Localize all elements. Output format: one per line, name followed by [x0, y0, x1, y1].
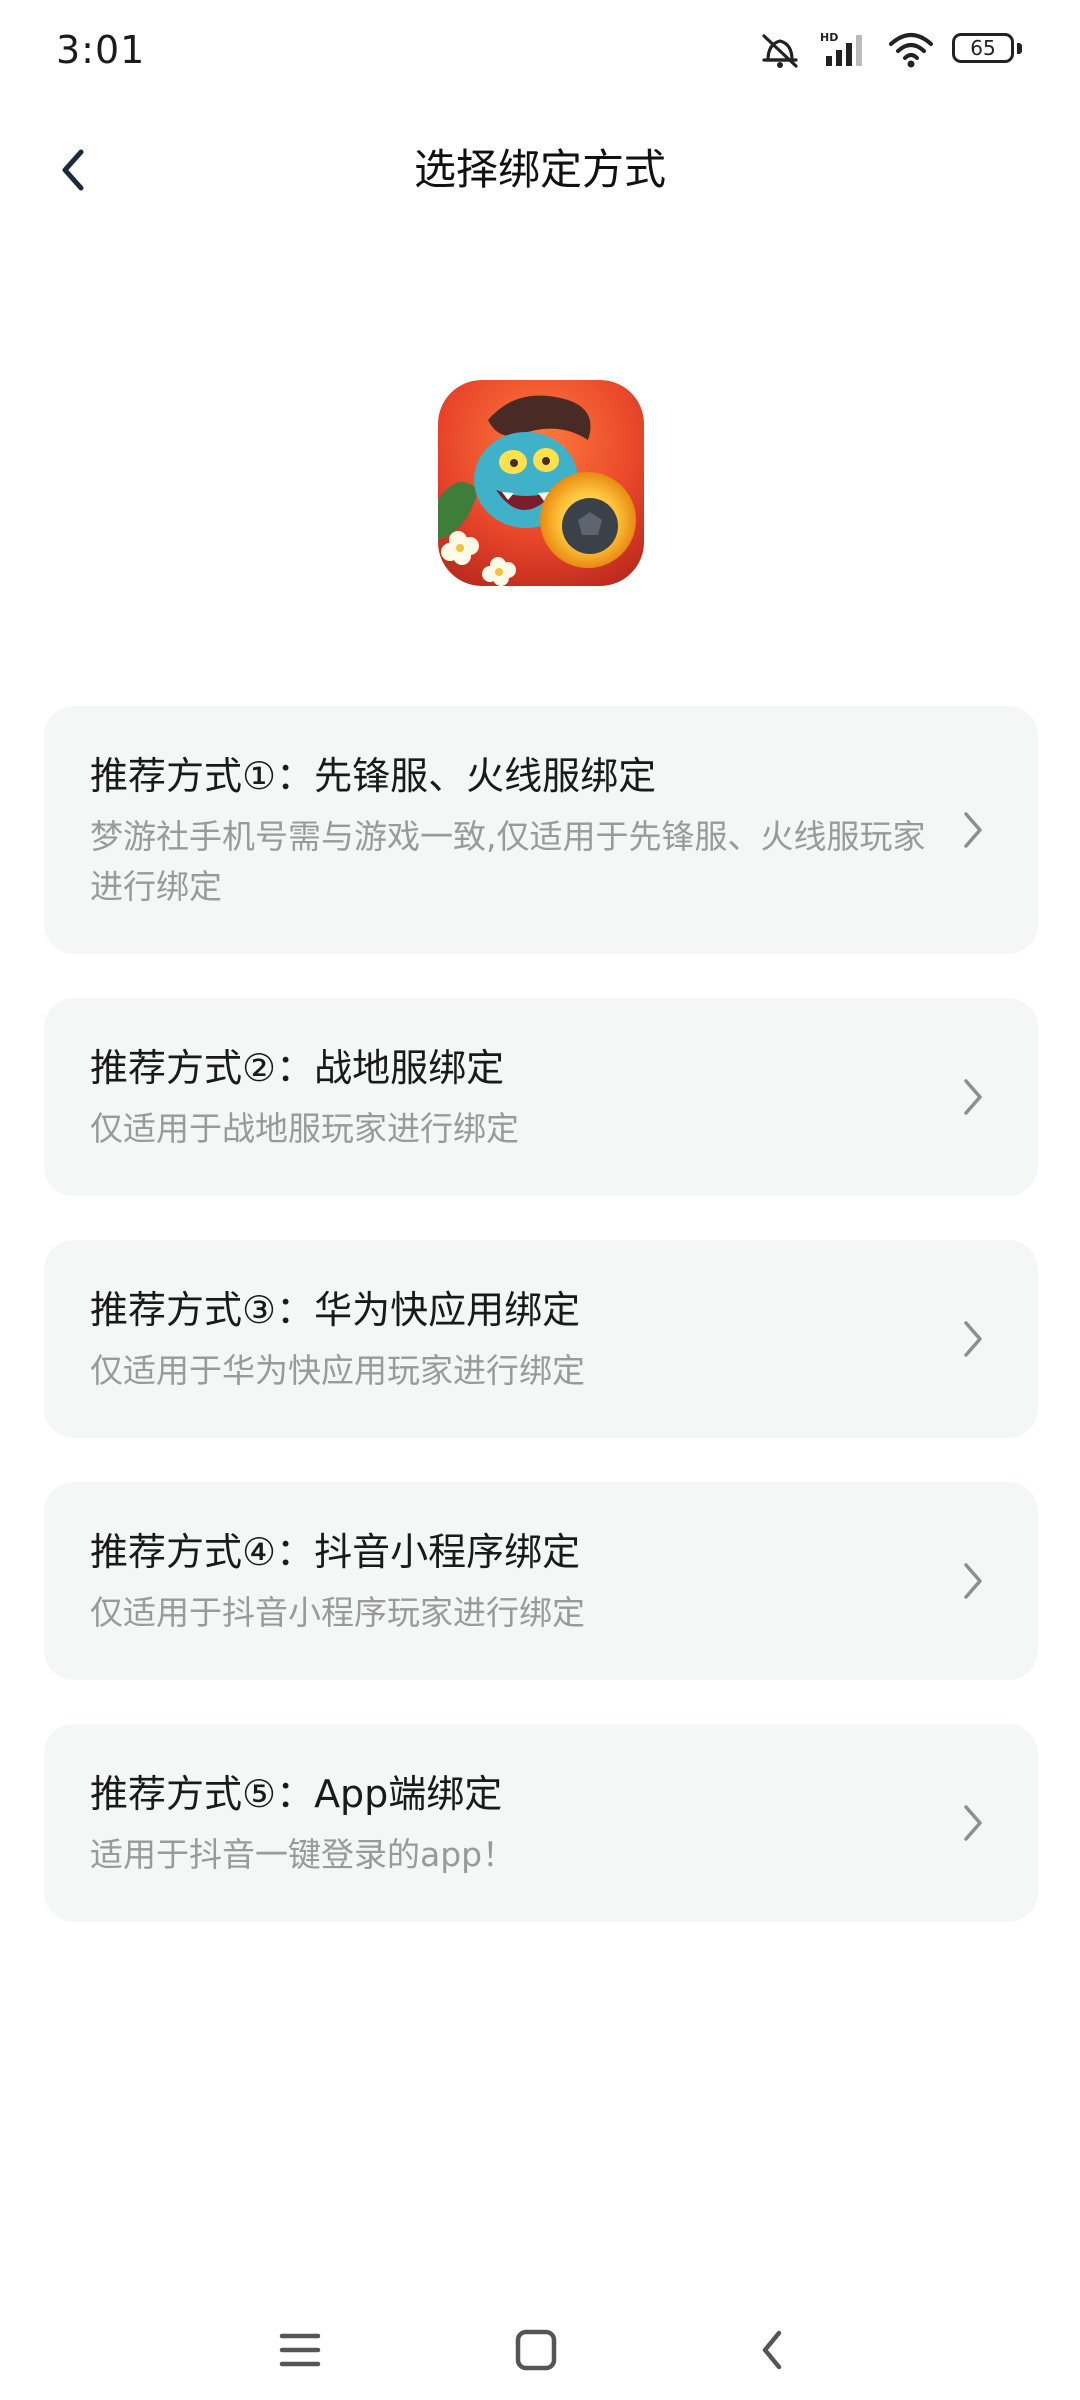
battery-level: 65 [970, 36, 996, 60]
option-title: 推荐方式②：战地服绑定 [90, 1046, 505, 1090]
page-title: 选择绑定方式 [413, 145, 666, 194]
system-nav-bar [0, 2290, 1080, 2400]
binding-options-list: 推荐方式①：先锋服、火线服绑定 梦游社手机号需与游戏一致,仅适用于先锋服、火线服… [44, 706, 1038, 1966]
wifi-icon [888, 30, 934, 70]
mute-icon [758, 30, 802, 70]
option-card-4[interactable]: 推荐方式④：抖音小程序绑定 仅适用于抖音小程序玩家进行绑定 [44, 1482, 1038, 1680]
option-description: 梦游社手机号需与游戏一致,仅适用于先锋服、火线服玩家进行绑定 [90, 817, 926, 906]
option-card-1[interactable]: 推荐方式①：先锋服、火线服绑定 梦游社手机号需与游戏一致,仅适用于先锋服、火线服… [44, 706, 1038, 954]
home-button[interactable] [496, 2310, 576, 2390]
svg-text:HD: HD [820, 31, 838, 44]
system-back-button[interactable] [732, 2310, 812, 2390]
option-description: 仅适用于华为快应用玩家进行绑定 [90, 1351, 585, 1390]
option-card-2[interactable]: 推荐方式②：战地服绑定 仅适用于战地服玩家进行绑定 [44, 998, 1038, 1196]
option-card-3[interactable]: 推荐方式③：华为快应用绑定 仅适用于华为快应用玩家进行绑定 [44, 1240, 1038, 1438]
menu-icon [279, 2333, 321, 2367]
option-description: 适用于抖音一键登录的app！ [90, 1835, 516, 1874]
home-square-icon [515, 2329, 557, 2371]
chevron-right-icon [964, 1805, 982, 1841]
option-title: 推荐方式⑤：App端绑定 [90, 1772, 503, 1816]
chevron-right-icon [964, 812, 982, 848]
menu-button[interactable] [260, 2310, 340, 2390]
chevron-left-icon [62, 149, 84, 191]
chevron-right-icon [964, 1321, 982, 1357]
option-title: 推荐方式④：抖音小程序绑定 [90, 1530, 581, 1574]
chevron-right-icon [964, 1079, 982, 1115]
chevron-right-icon [964, 1563, 982, 1599]
battery-cap [1017, 43, 1022, 54]
hd-signal-icon: HD [820, 30, 870, 70]
header: 选择绑定方式 [0, 110, 1080, 230]
status-time: 3:01 [56, 28, 146, 72]
back-button[interactable] [32, 130, 112, 210]
back-arrow-icon [762, 2330, 782, 2370]
option-title: 推荐方式③：华为快应用绑定 [90, 1288, 581, 1332]
game-app-icon [438, 380, 644, 586]
screen: 3:01 HD 65 选择绑定方式 推荐方式①：先锋服、火线服绑定 梦游社手机号… [0, 0, 1080, 2400]
option-title: 推荐方式①：先锋服、火线服绑定 [90, 754, 657, 798]
status-bar: 3:01 HD 65 [0, 0, 1080, 110]
option-description: 仅适用于抖音小程序玩家进行绑定 [90, 1593, 585, 1632]
option-description: 仅适用于战地服玩家进行绑定 [90, 1109, 519, 1148]
status-icons: HD 65 [758, 30, 1022, 70]
battery-icon: 65 [952, 33, 1022, 67]
option-card-5[interactable]: 推荐方式⑤：App端绑定 适用于抖音一键登录的app！ [44, 1724, 1038, 1922]
